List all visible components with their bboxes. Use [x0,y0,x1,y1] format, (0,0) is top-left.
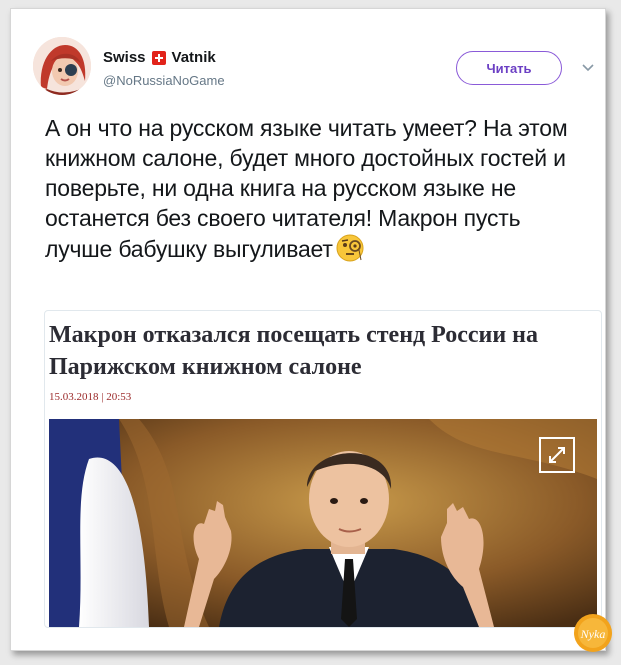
card-image[interactable] [49,419,597,627]
avatar-image [33,37,91,95]
author-name-last[interactable]: Vatnik [172,49,216,66]
site-watermark-logo: Nyka [574,614,612,652]
author-name-first[interactable]: Swiss [103,49,146,66]
author-name[interactable]: Swiss Vatnik [103,49,216,66]
card-title[interactable]: Макрон отказался посещать стенд России н… [49,319,594,383]
tweet-body: А он что на русском языке читать умеет? … [45,115,568,262]
avatar[interactable] [33,37,91,95]
author-handle[interactable]: @NoRussiaNoGame [103,73,225,88]
chevron-down-icon[interactable] [581,61,595,75]
tweet-text: А он что на русском языке читать умеет? … [45,113,585,270]
svg-text:Nyka: Nyka [580,627,606,641]
face-with-monocle-icon [335,233,365,270]
card-date: 15.03.2018 | 20:53 [49,391,132,403]
follow-button[interactable]: Читать [456,51,562,85]
screenshot-frame: Swiss Vatnik @NoRussiaNoGame Читать А он… [10,8,612,652]
swiss-flag-icon [151,50,166,65]
expand-icon[interactable] [539,437,575,473]
photo-of-man-in-suit [49,419,597,627]
link-card[interactable]: Макрон отказался посещать стенд России н… [44,310,602,628]
